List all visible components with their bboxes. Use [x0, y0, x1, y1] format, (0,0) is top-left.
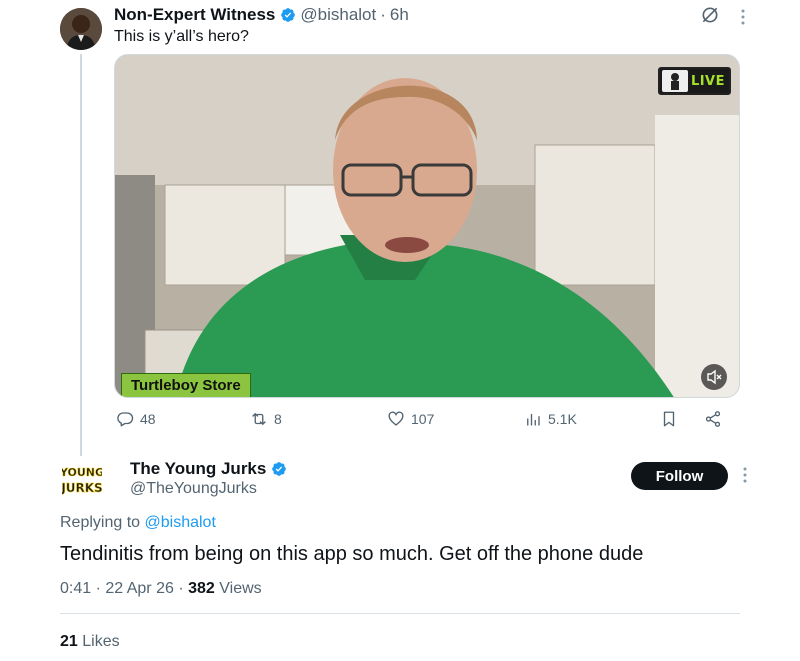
- like-icon: [388, 411, 404, 426]
- follow-button[interactable]: Follow: [631, 462, 728, 490]
- avatar-the-young-jurks[interactable]: YOUNG JURKS: [59, 462, 104, 496]
- separator-dot: ·: [95, 580, 101, 597]
- parent-tweet-header: Non-Expert Witness @bishalot · 6h: [114, 5, 409, 25]
- svg-text:YOUNG: YOUNG: [62, 466, 102, 479]
- grok-icon[interactable]: [700, 5, 720, 25]
- divider: [60, 613, 740, 614]
- video-frame: [115, 55, 739, 397]
- reply-views-label: Views: [219, 580, 262, 597]
- author-handle[interactable]: @bishalot: [300, 5, 376, 25]
- verified-badge-icon: [280, 7, 296, 23]
- reply-views-count: 382: [188, 580, 215, 597]
- replying-to: Replying to @bishalot: [60, 514, 216, 532]
- views-icon: [527, 413, 540, 426]
- store-label: Turtleboy Store: [121, 373, 251, 397]
- streamer-logo-icon: [661, 70, 688, 92]
- likes-summary[interactable]: 21 Likes: [60, 633, 120, 651]
- views-count: 5.1K: [548, 411, 577, 427]
- reply-icon: [117, 412, 134, 427]
- verified-badge-icon: [271, 461, 287, 477]
- views-button[interactable]: 5.1K: [524, 410, 577, 428]
- like-count: 107: [411, 411, 435, 427]
- replying-prefix: Replying to: [60, 514, 141, 531]
- tweet-metadata: 0:41 · 22 Apr 26 · 382 Views: [60, 580, 262, 598]
- reply-button[interactable]: 48: [116, 410, 156, 428]
- tweet-time[interactable]: 6h: [390, 5, 409, 25]
- like-button[interactable]: 107: [387, 410, 434, 428]
- separator-dot: ·: [178, 580, 184, 597]
- author-name[interactable]: Non-Expert Witness: [114, 5, 275, 25]
- separator-dot: ·: [380, 5, 386, 24]
- tweet-date[interactable]: 22 Apr 26: [105, 580, 174, 597]
- live-label: LIVE: [690, 73, 725, 89]
- bookmark-button[interactable]: [660, 410, 684, 428]
- reply-count: 48: [140, 411, 156, 427]
- bookmark-icon: [663, 411, 675, 427]
- reply-author-handle[interactable]: @TheYoungJurks: [130, 480, 257, 498]
- live-badge: LIVE: [657, 67, 731, 95]
- more-options-icon[interactable]: [738, 466, 752, 484]
- thread-connector-line: [80, 54, 82, 456]
- share-button[interactable]: [704, 410, 728, 428]
- reply-author-name[interactable]: The Young Jurks: [130, 459, 266, 479]
- mute-icon[interactable]: [701, 364, 727, 390]
- parent-tweet-text: This is y’all’s hero?: [114, 28, 249, 45]
- more-options-icon[interactable]: [736, 8, 750, 26]
- repost-icon: [252, 413, 266, 425]
- avatar-non-expert-witness[interactable]: [60, 8, 102, 50]
- parent-tweet-actions: 48 8 107 5.1K: [114, 408, 740, 434]
- reply-tweet-header: The Young Jurks: [130, 459, 291, 479]
- reply-likes-label: Likes: [82, 633, 120, 650]
- svg-text:JURKS: JURKS: [62, 481, 102, 495]
- repost-button[interactable]: 8: [250, 410, 282, 428]
- reply-tweet-text: Tendinitis from being on this app so muc…: [60, 543, 644, 565]
- tweet-timestamp[interactable]: 0:41: [60, 580, 91, 597]
- repost-count: 8: [274, 411, 282, 427]
- share-icon: [705, 411, 721, 427]
- video-media[interactable]: LIVE Turtleboy Store: [114, 54, 740, 398]
- reply-likes-count: 21: [60, 633, 78, 650]
- replying-mention-link[interactable]: @bishalot: [145, 514, 216, 531]
